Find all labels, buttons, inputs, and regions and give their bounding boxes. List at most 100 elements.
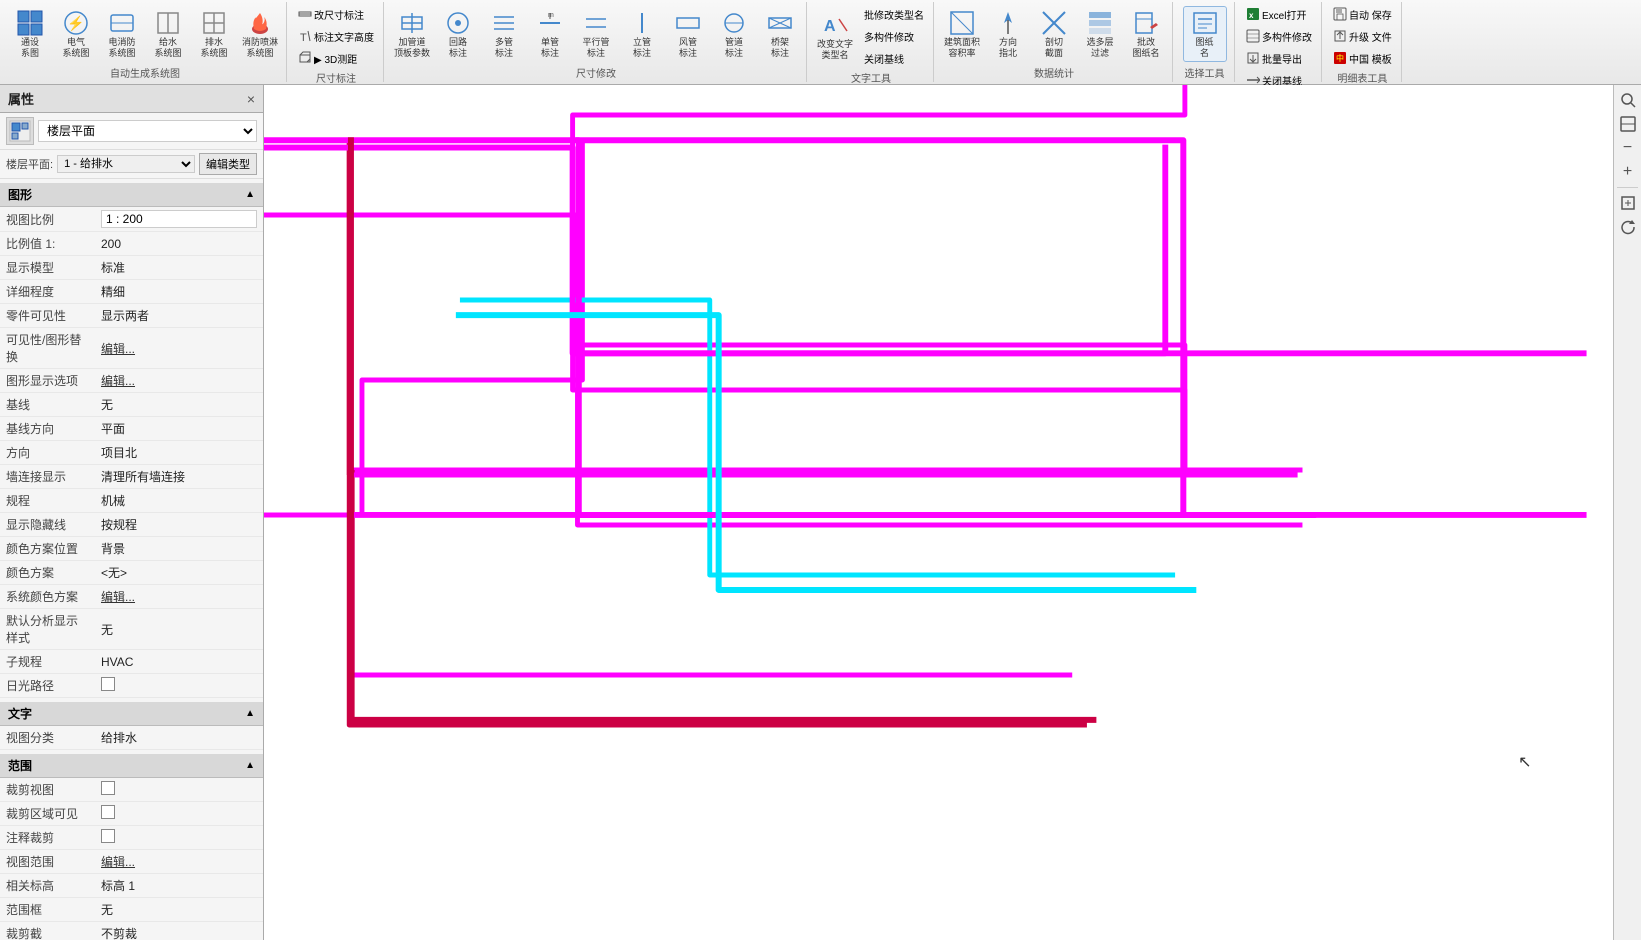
toolbar-group-dim-modify: 加管道顶板参数 回路标注 多管标注 m 单管标注: [386, 2, 807, 82]
section-header-shape[interactable]: 图形 ▲: [0, 183, 263, 207]
multi-control-icon: [490, 9, 518, 37]
prop-link-display-options[interactable]: 编辑...: [101, 374, 135, 388]
toolbar-btn-mod-text-type-name[interactable]: 批修改类型名: [859, 4, 929, 24]
toolbar-btn-auto-save[interactable]: 自动 保存: [1328, 4, 1397, 24]
drawing-canvas-area[interactable]: ↖: [264, 85, 1613, 940]
prop-input-scale[interactable]: [101, 210, 257, 228]
toolbar-btn-dim-text[interactable]: T 标注文字高度: [293, 26, 379, 46]
btn-label-building-area: 建筑面积容积率: [944, 37, 980, 59]
toolbar-btn-select-more[interactable]: 选多层过滤: [1078, 6, 1122, 62]
prop-link-visibility-override[interactable]: 编辑...: [101, 342, 135, 356]
toolbar-btn-water-pipe[interactable]: 管道标注: [712, 6, 756, 62]
layer-type-select[interactable]: 楼层平面: [38, 120, 257, 142]
btn-label-upgrade-file: 升级 文件: [1349, 29, 1392, 44]
btn-label-multi-control: 多管标注: [495, 37, 513, 59]
toolbar-btn-circuit[interactable]: 回路标注: [436, 6, 480, 62]
prop-label-annotation-crop: 注释裁剪: [0, 826, 95, 850]
toolbar-btn-orient[interactable]: 方向指北: [986, 6, 1030, 62]
prop-link-view-range[interactable]: 编辑...: [101, 855, 135, 869]
btn-label-water-pipe: 管道标注: [725, 37, 743, 59]
toolbar-btn-mod-text-type[interactable]: A 改变文字类型名: [813, 8, 857, 64]
svg-text:⚡: ⚡: [67, 15, 84, 32]
toolbar-btn-mod-plan[interactable]: 批改图纸名: [1124, 6, 1168, 62]
btn-label-vertical-pipe: 立管标注: [633, 37, 651, 59]
btn-label-water-supply: 电消防系统图: [108, 37, 135, 59]
prop-value-baseline-dir: 平面: [95, 417, 263, 441]
btn-label-mod-plan: 批改图纸名: [1132, 37, 1159, 59]
group-label-schedule-tools: 明细表工具: [1337, 70, 1387, 85]
group-label-dimension: 尺寸标注: [316, 70, 356, 85]
prop-checkbox-crop-view[interactable]: [101, 781, 115, 795]
toolbar-btn-building-area[interactable]: 建筑面积容积率: [940, 6, 984, 62]
toolbar-btn-excel-open[interactable]: x Excel打开: [1241, 4, 1317, 24]
prop-checkbox-sunpath[interactable]: [101, 677, 115, 691]
btn-label-mod-text-type-name: 批修改类型名: [864, 7, 924, 22]
prop-label-discipline: 规程: [0, 489, 95, 513]
prop-row-scale-val: 比例值 1: 200: [0, 232, 263, 256]
btn-label-batch-export: 批量导出: [1262, 51, 1302, 66]
toolbar-btn-clip-section[interactable]: 剖切截面: [1032, 6, 1076, 62]
prop-label-sys-color-scheme: 系统颜色方案: [0, 585, 95, 609]
btn-label-3d-dim: ▶ 3D测距: [314, 51, 357, 66]
mini-btn-rotate[interactable]: [1617, 216, 1639, 238]
prop-label-orientation: 方向: [0, 441, 95, 465]
btn-label-orient: 方向指北: [999, 37, 1017, 59]
btn-label-excel-open: Excel打开: [1262, 7, 1306, 22]
toolbar-btn-drain[interactable]: 给水系统图: [146, 6, 190, 62]
toolbar-btn-close-baseline[interactable]: 关闭基线: [859, 48, 929, 68]
prop-label-baseline: 基线: [0, 393, 95, 417]
toolbar-btn-fire[interactable]: 消防喷淋系统图: [238, 6, 282, 62]
prop-label-baseline-dir: 基线方向: [0, 417, 95, 441]
toolbar-btn-china-template[interactable]: 中 中国 模板: [1328, 48, 1397, 68]
props-table-range: 裁剪视图 裁剪区域可见 注释裁剪 视图范围 编辑... 相关标高 标高: [0, 778, 263, 940]
toolbar-btn-dim-scale[interactable]: 改尺寸标注: [293, 4, 379, 24]
prop-row-detail: 详细程度 精细: [0, 280, 263, 304]
toolbar-btn-upgrade-file[interactable]: 升级 文件: [1328, 26, 1397, 46]
panel-close-btn[interactable]: ×: [247, 91, 255, 107]
fire-icon: [246, 9, 274, 37]
toolbar-btn-general-view[interactable]: 通设系图: [8, 6, 52, 62]
toolbar-btn-vertical-pipe[interactable]: 立管标注: [620, 6, 664, 62]
prop-checkbox-crop-region-visible[interactable]: [101, 805, 115, 819]
svg-text:A: A: [824, 18, 836, 35]
mini-btn-fit[interactable]: [1617, 192, 1639, 214]
toolbar-btn-electrical[interactable]: ⚡ 电气系统图: [54, 6, 98, 62]
toolbar-btn-plan-name[interactable]: 图纸名: [1183, 6, 1227, 62]
btn-label-multi-mod-type: 多构件修改: [1262, 29, 1312, 44]
right-mini-toolbar: − +: [1613, 85, 1641, 940]
toolbar-btn-water-supply[interactable]: 电消防系统图: [100, 6, 144, 62]
bridge-icon: [766, 9, 794, 37]
mini-btn-minus[interactable]: −: [1617, 137, 1639, 159]
btn-label-mod-text-type: 改变文字类型名: [817, 39, 853, 61]
toolbar-btn-single-pipe[interactable]: m 单管标注: [528, 6, 572, 62]
prop-label-view-range: 视图范围: [0, 850, 95, 874]
toolbar-btn-air-duct[interactable]: 风管标注: [666, 6, 710, 62]
prop-label-color-scheme-pos: 颜色方案位置: [0, 537, 95, 561]
prop-value-wall-join: 清理所有墙连接: [95, 465, 263, 489]
mini-btn-search[interactable]: [1617, 89, 1639, 111]
toolbar-btn-multi-control[interactable]: 多管标注: [482, 6, 526, 62]
mini-btn-zoom[interactable]: [1617, 113, 1639, 135]
prop-label-scope-box: 范围框: [0, 898, 95, 922]
toolbar-btn-copy-text[interactable]: 多构件修改: [859, 26, 929, 46]
svg-text:T: T: [300, 32, 307, 43]
prop-value-color-scheme-pos: 背景: [95, 537, 263, 561]
toolbar-btn-drainage[interactable]: 排水系统图: [192, 6, 236, 62]
prop-value-related-level: 标高 1: [95, 874, 263, 898]
toolbar-btn-parallel-pipe[interactable]: 平行管标注: [574, 6, 618, 62]
edit-type-btn[interactable]: 编辑类型: [199, 153, 257, 175]
add-pipe-param-icon: [398, 9, 426, 37]
prop-link-sys-color-scheme[interactable]: 编辑...: [101, 590, 135, 604]
mini-btn-plus[interactable]: +: [1617, 161, 1639, 183]
floor-plan-select[interactable]: 1 - 给排水: [57, 155, 195, 173]
toolbar-btn-multi-mod-type[interactable]: 多构件修改: [1241, 26, 1317, 46]
prop-row-hidden-lines: 显示隐藏线 按规程: [0, 513, 263, 537]
prop-checkbox-annotation-crop[interactable]: [101, 829, 115, 843]
toolbar-btn-add-pipe-param[interactable]: 加管道顶板参数: [390, 6, 434, 62]
mod-text-type-icon: A: [821, 11, 849, 39]
toolbar-btn-bridge[interactable]: 桥架标注: [758, 6, 802, 62]
section-header-text[interactable]: 文字 ▲: [0, 702, 263, 726]
toolbar-btn-3d-dim[interactable]: ▶ 3D测距: [293, 48, 379, 68]
toolbar-btn-batch-export[interactable]: 批量导出: [1241, 48, 1317, 68]
section-header-range[interactable]: 范围 ▲: [0, 754, 263, 778]
